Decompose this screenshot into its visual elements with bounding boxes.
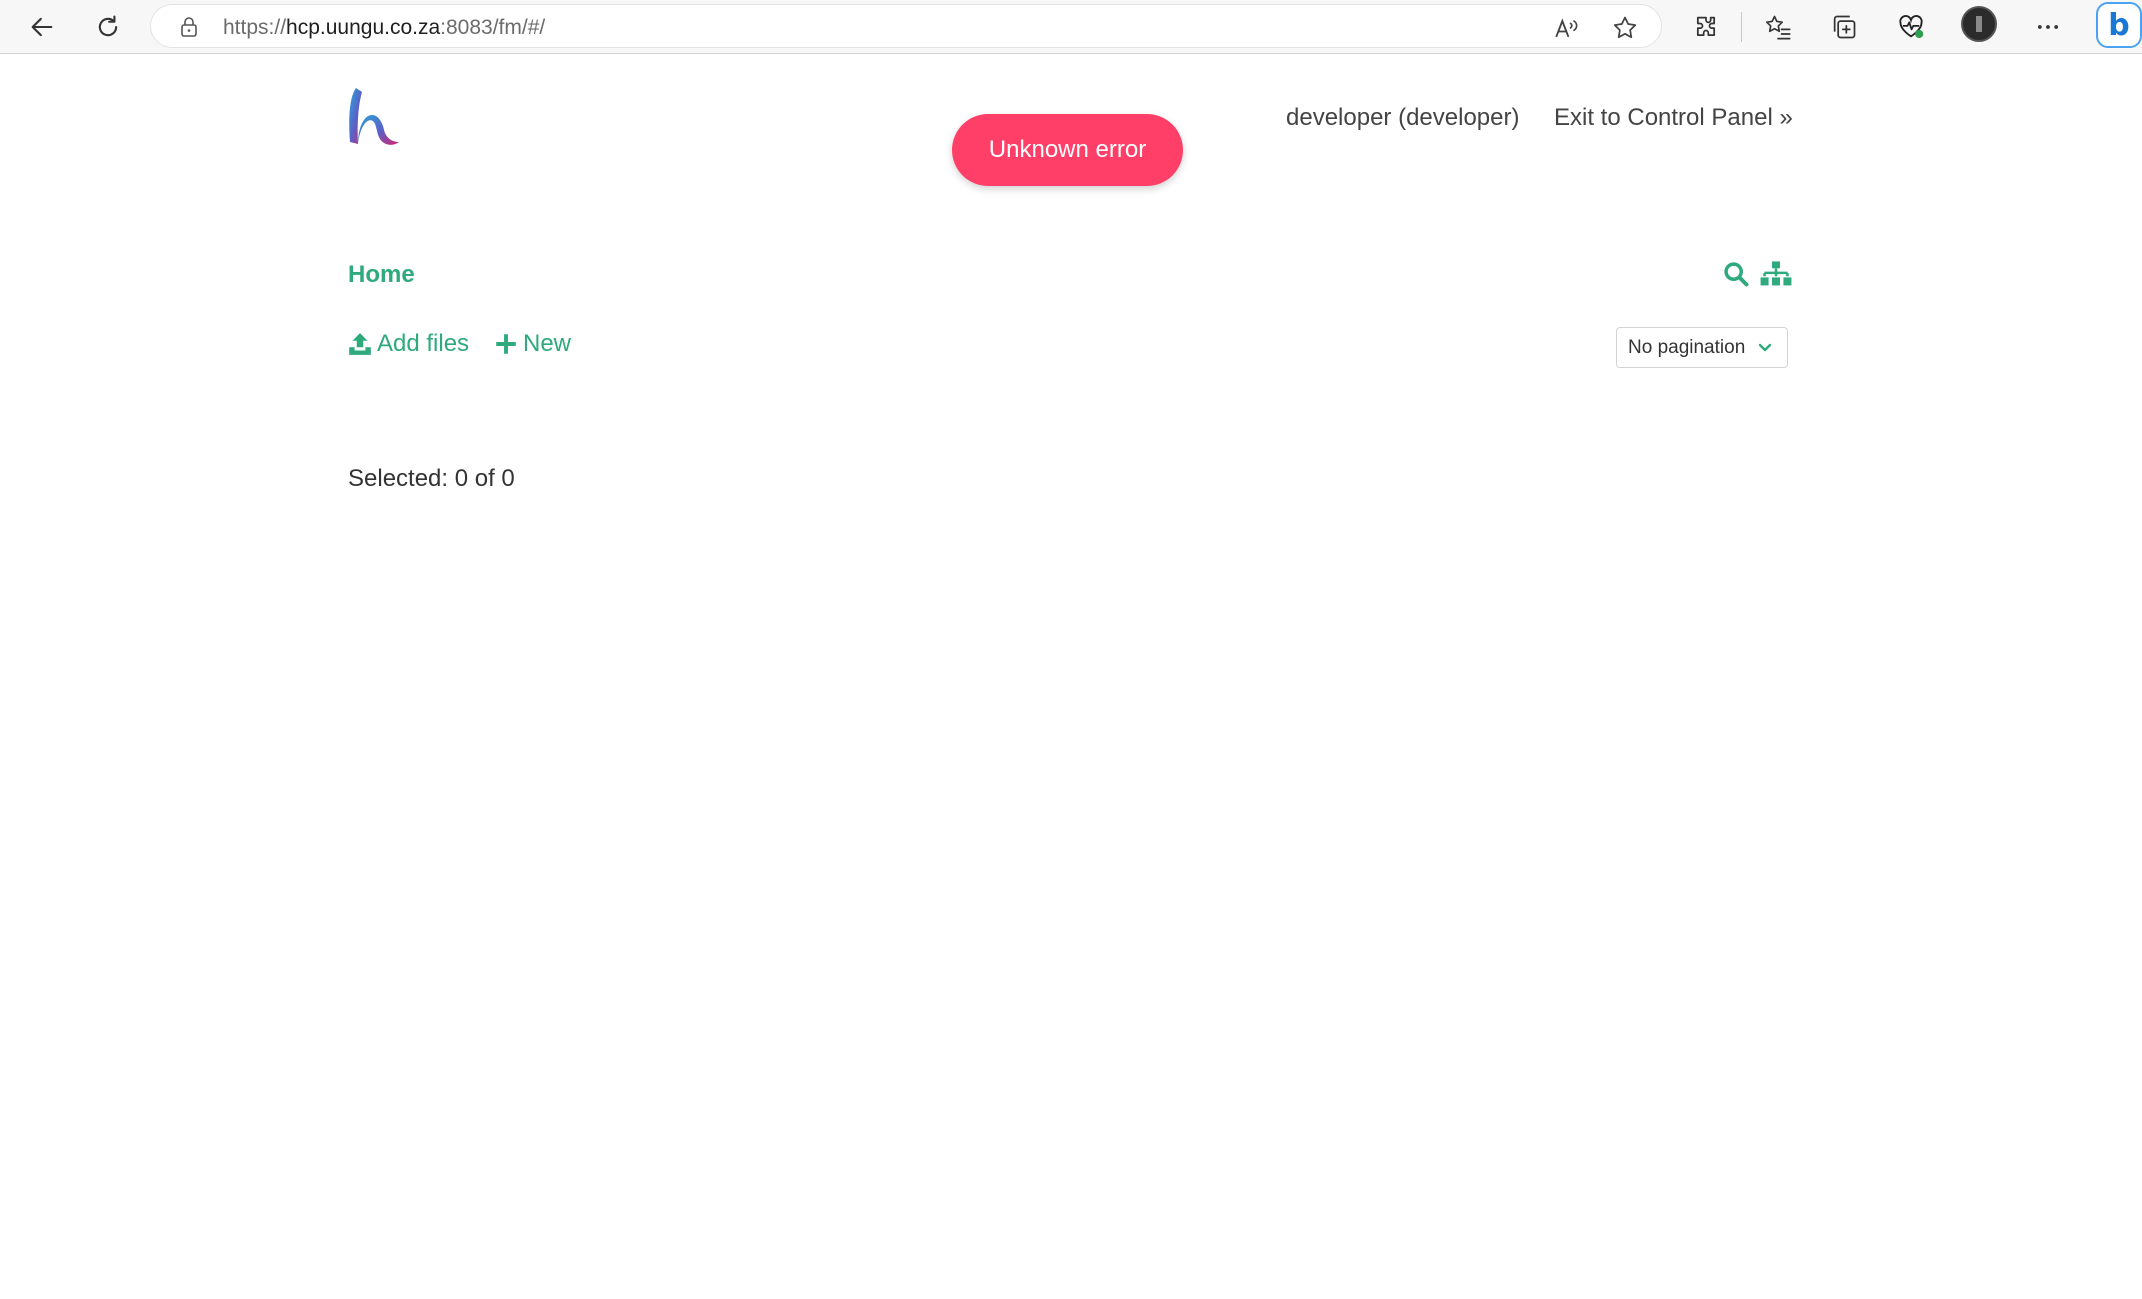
collections-button[interactable] bbox=[1826, 9, 1862, 45]
browser-essentials-button[interactable] bbox=[1893, 9, 1929, 45]
plus-icon bbox=[496, 334, 516, 354]
read-aloud-icon bbox=[1555, 18, 1578, 38]
favorites-icon bbox=[1765, 15, 1791, 40]
bing-button[interactable]: b bbox=[2096, 2, 2142, 48]
toolbar-divider bbox=[1741, 12, 1742, 42]
user-label: developer (developer) bbox=[1286, 104, 1520, 131]
pagination-selected-value: No pagination bbox=[1628, 336, 1746, 358]
sitemap-icon[interactable] bbox=[1760, 260, 1792, 288]
extensions-button[interactable] bbox=[1688, 9, 1724, 45]
exit-control-panel-link[interactable]: Exit to Control Panel » bbox=[1554, 104, 1793, 132]
back-button[interactable] bbox=[22, 7, 62, 47]
address-bar[interactable]: https://hcp.uungu.co.za:8083/fm/#/ bbox=[150, 4, 1662, 48]
breadcrumb-home[interactable]: Home bbox=[348, 261, 415, 289]
refresh-icon bbox=[98, 15, 118, 37]
selected-count: Selected: 0 of 0 bbox=[348, 465, 515, 492]
logo bbox=[349, 88, 399, 145]
more-menu-button[interactable] bbox=[2030, 9, 2066, 45]
new-button[interactable]: New bbox=[493, 330, 571, 358]
lock-icon bbox=[181, 17, 197, 37]
refresh-button[interactable] bbox=[88, 7, 128, 47]
favorites-button[interactable] bbox=[1760, 9, 1796, 45]
browser-toolbar: https://hcp.uungu.co.za:8083/fm/#/ b bbox=[0, 0, 2142, 54]
more-icon bbox=[2037, 25, 2059, 29]
browser-essentials-icon bbox=[1899, 15, 1924, 39]
error-toast: Unknown error bbox=[952, 114, 1183, 186]
pagination-select[interactable]: No pagination bbox=[1616, 327, 1788, 368]
url-text: https://hcp.uungu.co.za:8083/fm/#/ bbox=[223, 16, 546, 39]
error-message: Unknown error bbox=[988, 136, 1147, 163]
new-label: New bbox=[523, 330, 572, 357]
read-aloud-button[interactable] bbox=[1553, 14, 1581, 42]
favorite-star-button[interactable] bbox=[1611, 14, 1639, 42]
bing-icon: b bbox=[2108, 7, 2130, 43]
upload-icon bbox=[349, 333, 371, 355]
back-icon bbox=[31, 17, 53, 37]
search-icon[interactable] bbox=[1722, 260, 1750, 288]
profile-icon[interactable] bbox=[1961, 6, 1997, 42]
add-files-button[interactable]: Add files bbox=[347, 330, 469, 358]
extensions-icon bbox=[1696, 16, 1716, 37]
chevron-down-icon bbox=[1758, 343, 1772, 352]
favorite-star-icon bbox=[1613, 16, 1637, 39]
add-files-label: Add files bbox=[377, 330, 470, 357]
collections-icon bbox=[1833, 15, 1856, 39]
